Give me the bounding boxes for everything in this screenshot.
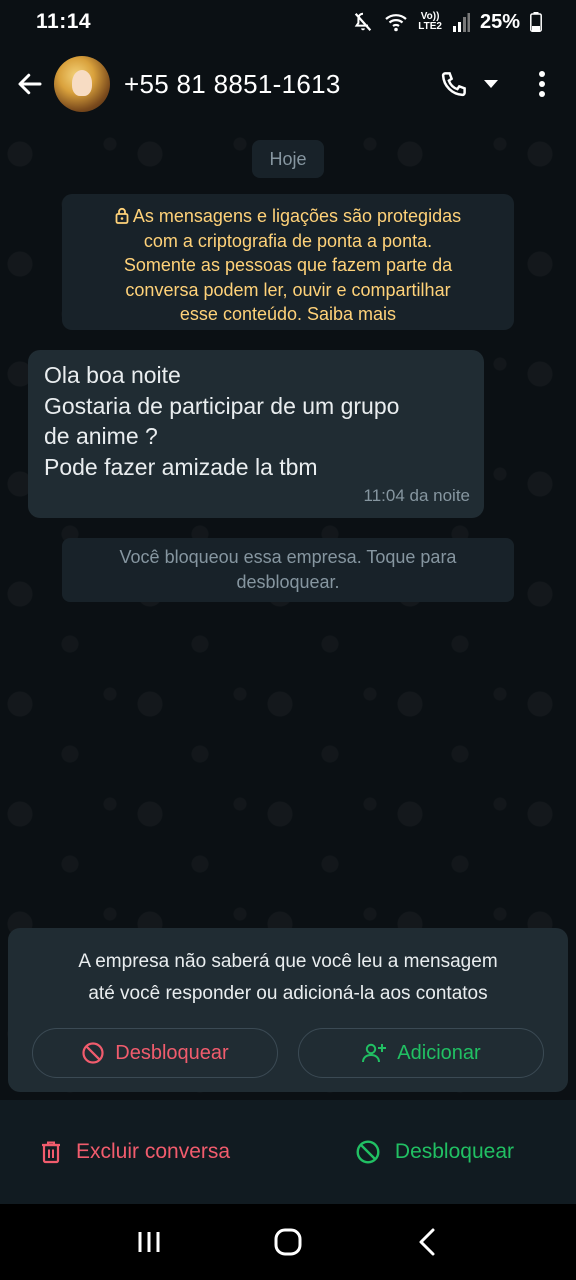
block-icon	[82, 1042, 104, 1064]
status-bar: 11:14 Vo)) LTE2 25%	[0, 0, 576, 44]
more-vert-icon	[539, 71, 545, 97]
message-line: Pode fazer amizade la tbm	[44, 453, 318, 480]
add-contact-pill-button[interactable]: Adicionar	[298, 1028, 544, 1078]
battery-icon	[530, 12, 542, 32]
incoming-message-bubble[interactable]: Ola boa noite Gostaria de participar de …	[28, 350, 484, 518]
add-person-icon	[362, 1043, 387, 1063]
mute-icon	[352, 11, 374, 33]
avatar[interactable]	[54, 56, 110, 112]
contact-name[interactable]: +55 81 8851-1613	[124, 69, 432, 100]
encryption-line-4: conversa podem ler, ouvir e compartilhar	[125, 279, 451, 300]
delete-chat-label: Excluir conversa	[76, 1140, 231, 1163]
info-card-line-1: A empresa não saberá que você leu a mens…	[78, 951, 498, 972]
phone-icon	[441, 72, 466, 97]
blocked-notice[interactable]: Você bloqueou essa empresa. Toque para d…	[62, 538, 514, 602]
blocked-notice-line-2: desbloquear.	[236, 571, 340, 592]
back-nav-button[interactable]	[397, 1212, 457, 1272]
battery-percent: 25%	[479, 10, 520, 33]
chat-header: +55 81 8851-1613	[0, 44, 576, 124]
lock-icon	[115, 207, 129, 224]
recents-button[interactable]	[119, 1212, 179, 1272]
status-time: 11:14	[36, 10, 92, 33]
unblock-pill-button[interactable]: Desbloquear	[32, 1028, 278, 1078]
status-indicators: Vo)) LTE2 25%	[352, 11, 542, 34]
voice-call-button[interactable]	[432, 58, 476, 110]
back-arrow-icon	[18, 73, 42, 95]
message-line: de anime ?	[44, 423, 158, 449]
add-contact-pill-label: Adicionar	[397, 1041, 481, 1064]
wifi-icon	[384, 12, 408, 32]
unblock-label: Desbloquear	[394, 1140, 514, 1163]
date-chip: Hoje	[252, 140, 324, 178]
block-icon	[356, 1140, 380, 1164]
delete-chat-button[interactable]: Excluir conversa	[40, 1140, 230, 1164]
chevron-left-icon	[419, 1228, 435, 1256]
encryption-line-1: As mensagens e ligações são protegidas	[132, 206, 462, 226]
message-line: Ola boa noite	[44, 362, 181, 388]
message-timestamp: 11:04 da noite	[363, 486, 471, 505]
bottom-action-bar: Excluir conversa Desbloquear	[0, 1100, 576, 1204]
unblock-button[interactable]: Desbloquear	[355, 1139, 514, 1165]
network-lte-label: LTE2	[418, 21, 442, 32]
network-type: Vo)) LTE2	[418, 12, 442, 32]
info-card-text: A empresa não saberá que você leu a mens…	[28, 946, 548, 1010]
dropdown-caret-icon	[484, 80, 498, 88]
unblock-pill-label: Desbloquear	[115, 1041, 229, 1064]
blocked-notice-line-1: Você bloqueou essa empresa. Toque para	[119, 547, 457, 567]
trash-icon	[42, 1141, 60, 1164]
home-button[interactable]	[258, 1212, 318, 1272]
recents-icon	[138, 1232, 160, 1252]
blocked-info-card: A empresa não saberá que você leu a mens…	[8, 928, 568, 1092]
screen: 11:14 Vo)) LTE2 25% +55 81 8851-1613 Hoj…	[0, 0, 576, 1280]
back-button[interactable]	[4, 58, 56, 110]
encryption-line-2: com a criptografia de ponta a ponta.	[143, 230, 433, 251]
call-options-button[interactable]	[476, 58, 506, 110]
encryption-line: As mensagens e ligações são protegidas	[76, 204, 500, 229]
encryption-notice[interactable]: As mensagens e ligações são protegidas c…	[62, 194, 514, 330]
info-card-line-2: até você responder ou adicioná-la aos co…	[88, 983, 488, 1004]
message-line: Gostaria de participar de um grupo	[44, 392, 400, 419]
home-icon	[274, 1228, 302, 1256]
encryption-line-5: esse conteúdo. Saiba mais	[179, 304, 397, 324]
signal-icon	[452, 12, 470, 32]
system-nav-bar	[0, 1204, 576, 1280]
encryption-line-3: Somente as pessoas que fazem parte da	[123, 255, 453, 275]
more-options-button[interactable]	[520, 58, 564, 110]
